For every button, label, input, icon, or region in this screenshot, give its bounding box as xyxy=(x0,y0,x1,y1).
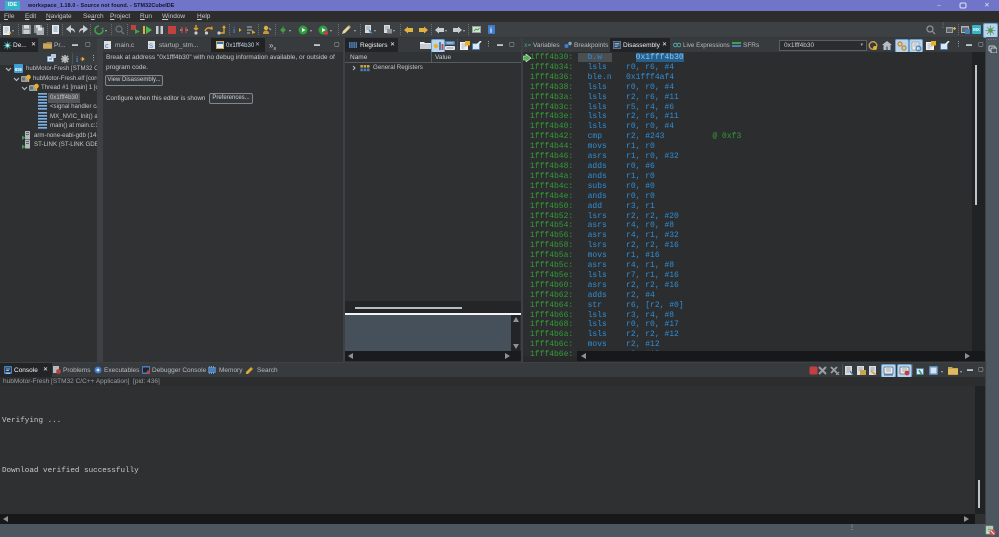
svg-text:i: i xyxy=(490,27,492,35)
svg-text:i: i xyxy=(233,26,236,35)
svg-text:x=: x= xyxy=(524,42,532,48)
svg-text:IDE: IDE xyxy=(15,67,23,72)
svg-text:c: c xyxy=(105,43,109,49)
svg-text:S: S xyxy=(149,44,153,49)
svg-text:i: i xyxy=(76,55,79,63)
